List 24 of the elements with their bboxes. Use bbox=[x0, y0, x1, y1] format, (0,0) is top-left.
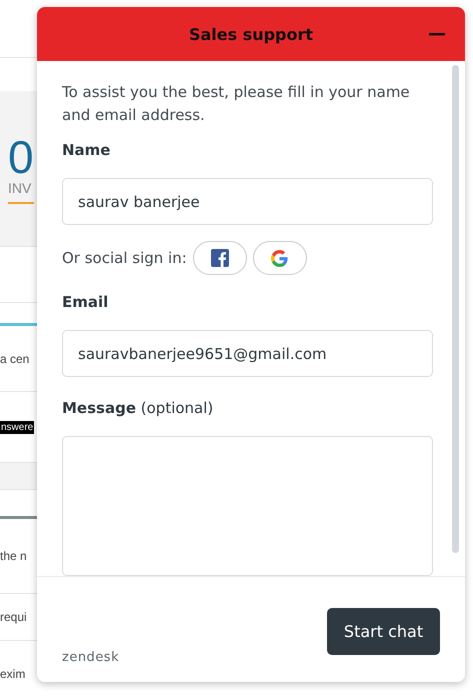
email-field[interactable]: sauravbanerjee9651@gmail.com bbox=[62, 330, 433, 377]
message-field[interactable] bbox=[62, 436, 433, 576]
google-button[interactable] bbox=[252, 241, 307, 275]
body-text: requi bbox=[0, 610, 27, 624]
brand-logo: zendesk bbox=[62, 650, 120, 665]
start-chat-button[interactable]: Start chat bbox=[327, 608, 440, 655]
social-label: Or social sign in: bbox=[62, 249, 187, 267]
intro-text: To assist you the best, please fill in your name and email address. bbox=[62, 82, 411, 126]
body-text: a cen bbox=[0, 352, 30, 366]
name-field[interactable]: saurav banerjee bbox=[62, 178, 433, 225]
stat-value: 0 bbox=[8, 134, 34, 180]
minimize-icon bbox=[429, 32, 445, 36]
widget-title: Sales support bbox=[188, 24, 314, 44]
name-label: Name bbox=[62, 141, 112, 159]
message-label: Message (optional) bbox=[62, 399, 214, 417]
facebook-icon bbox=[210, 249, 229, 267]
google-icon bbox=[271, 250, 288, 266]
scrollbar[interactable] bbox=[452, 65, 459, 553]
facebook-button[interactable] bbox=[192, 241, 247, 275]
body-text: exim bbox=[0, 667, 26, 681]
body-text: the n bbox=[0, 549, 27, 563]
status-badge: nswere bbox=[0, 420, 34, 434]
email-label: Email bbox=[62, 293, 110, 311]
stat-label: INV bbox=[8, 180, 34, 204]
